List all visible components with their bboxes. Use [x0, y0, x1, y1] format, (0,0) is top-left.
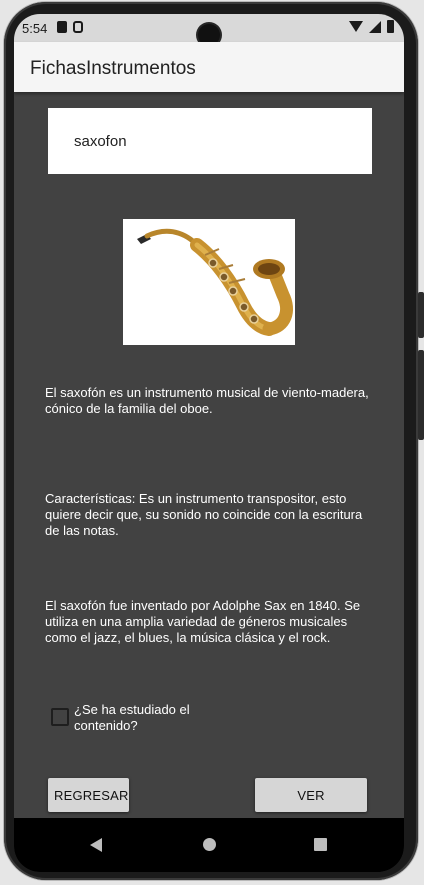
volume-down-button [418, 350, 424, 440]
home-icon[interactable] [203, 838, 216, 851]
description-text: El saxofón es un instrumento musical de … [45, 385, 369, 416]
device-frame: 5:54 FichasInstrumentos saxofon El saxof… [0, 0, 424, 885]
battery-icon [387, 20, 394, 33]
back-button[interactable]: REGRESAR [48, 778, 129, 812]
status-left-icons [57, 21, 83, 33]
view-history-button[interactable]: VER HISTÓRICO [255, 778, 367, 837]
wifi-icon [349, 21, 363, 32]
sim-card-icon [57, 21, 67, 33]
main-content: El saxofón es un instrumento musical de … [14, 92, 404, 837]
back-icon[interactable] [90, 838, 102, 852]
recents-icon[interactable] [314, 838, 327, 851]
cell-signal-icon [369, 20, 381, 33]
status-time: 5:54 [22, 21, 48, 36]
status-bar: 5:54 [14, 14, 404, 46]
characteristics-text: Características: Es un instrumento trans… [45, 491, 363, 538]
history-text: El saxofón fue inventado por Adolphe Sax… [45, 598, 361, 645]
studied-checkbox-label: ¿Se ha estudiado el contenido? [74, 702, 190, 733]
saxophone-image [123, 219, 295, 345]
volume-up-button [418, 292, 424, 338]
status-right-icons [349, 20, 394, 33]
studied-checkbox[interactable] [51, 708, 69, 726]
navigation-bar [14, 818, 404, 872]
studied-checkbox-row[interactable]: ¿Se ha estudiado el contenido? [50, 702, 250, 736]
app-bar: FichasInstrumentos [14, 42, 404, 92]
instrument-name-field[interactable] [48, 108, 372, 174]
sync-icon [73, 21, 83, 33]
app-title: FichasInstrumentos [30, 58, 196, 79]
screen: 5:54 FichasInstrumentos saxofon El saxof… [14, 14, 404, 872]
